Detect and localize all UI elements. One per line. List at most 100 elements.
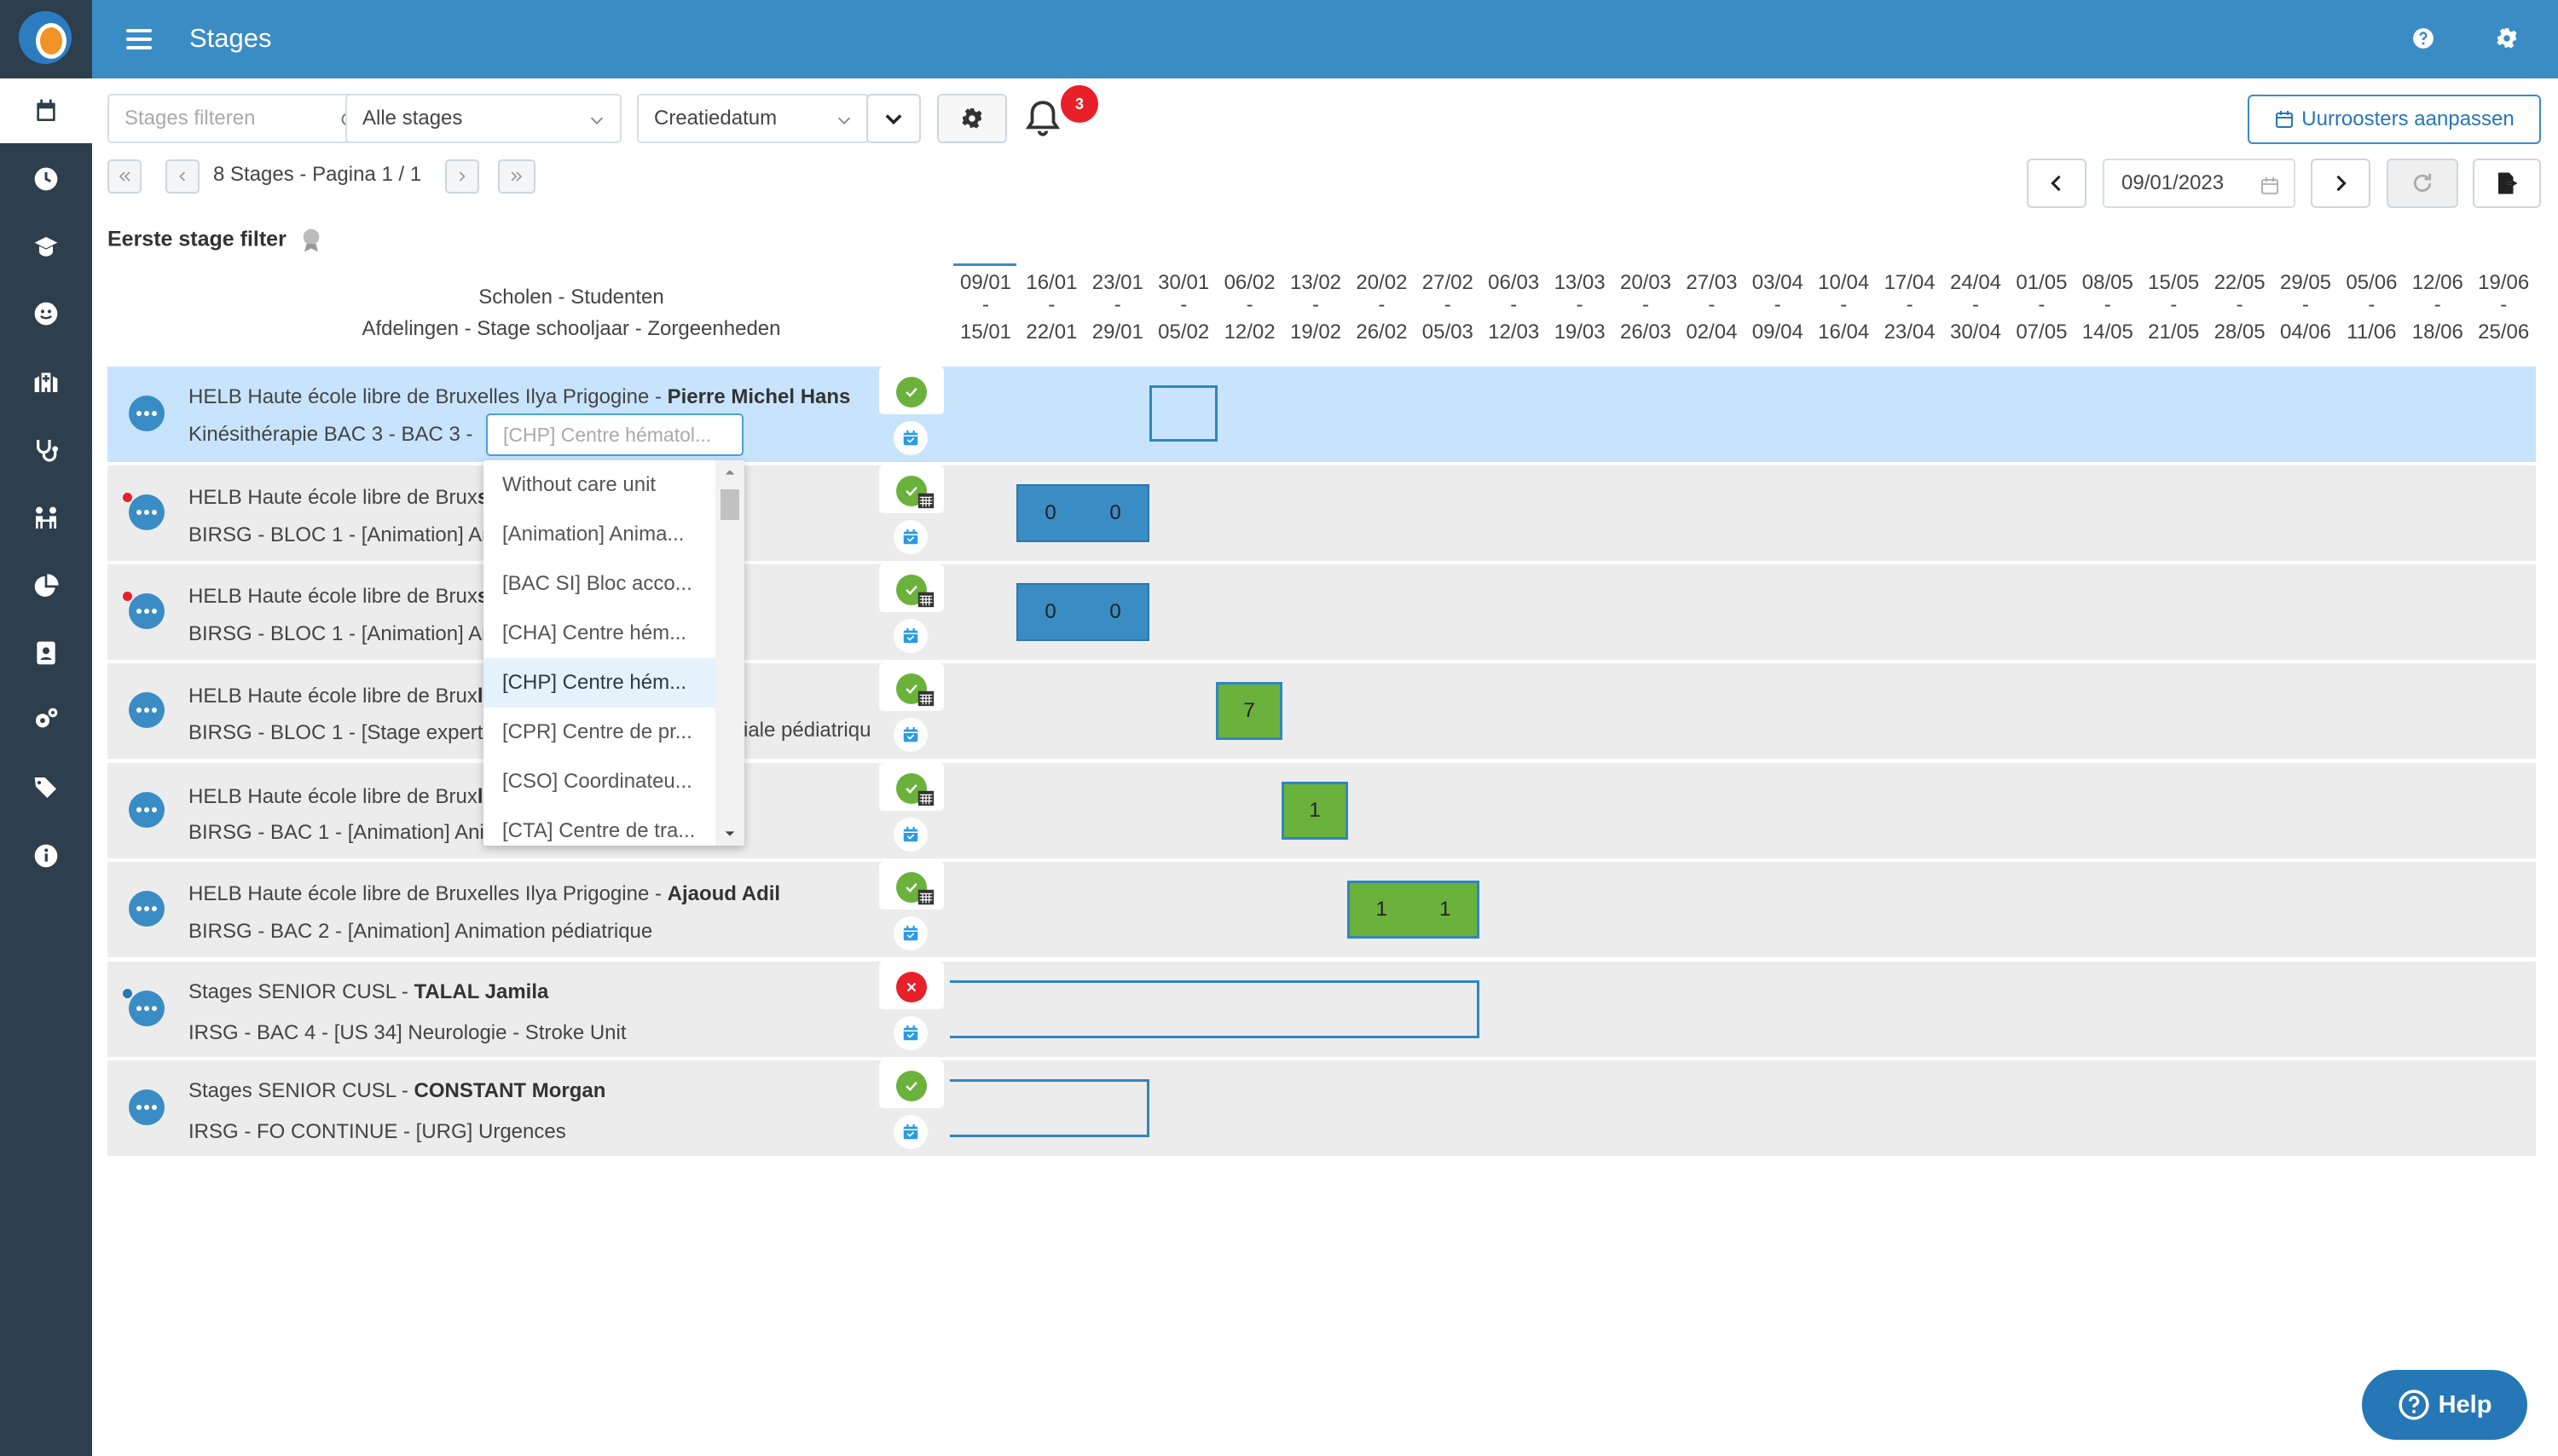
care-unit-input[interactable]: [CHP] Centre hématol... bbox=[486, 413, 744, 456]
status-badge[interactable] bbox=[879, 663, 944, 711]
week-column: 30/01- 05/02 bbox=[1150, 267, 1217, 349]
care-unit-option[interactable]: [CSO] Coordinateu... bbox=[483, 757, 715, 806]
schedule-block[interactable] bbox=[950, 980, 1479, 1038]
stethoscope-nav-icon[interactable] bbox=[0, 418, 92, 482]
schedule-block[interactable] bbox=[1149, 385, 1218, 442]
next-page-button[interactable] bbox=[445, 159, 479, 194]
week-separator: - bbox=[1180, 293, 1188, 316]
week-column: 24/04- 30/04 bbox=[1942, 267, 2009, 349]
sort-direction-button[interactable] bbox=[866, 94, 921, 143]
row-actions-button[interactable] bbox=[129, 991, 165, 1026]
previous-period-button[interactable] bbox=[2027, 159, 2086, 208]
row-actions-button[interactable] bbox=[129, 494, 165, 530]
row-actions-button[interactable] bbox=[129, 891, 165, 927]
view-settings-button[interactable] bbox=[937, 94, 1007, 143]
week-column: 05/06- 11/06 bbox=[2338, 267, 2405, 349]
schedule-block[interactable]: 00 bbox=[1016, 583, 1149, 641]
week-end-label: 19/03 bbox=[1554, 321, 1606, 344]
week-start-label: 23/01 bbox=[1091, 271, 1143, 294]
schedule-calendar-icon[interactable] bbox=[894, 520, 928, 554]
schedule-calendar-icon[interactable] bbox=[894, 818, 928, 852]
row-actions-button[interactable] bbox=[129, 692, 165, 728]
care-unit-option[interactable]: [CHA] Centre hém... bbox=[483, 609, 715, 658]
smiley-nav-icon[interactable] bbox=[0, 281, 92, 346]
schedule-calendar-icon[interactable] bbox=[894, 619, 928, 653]
week-end-label: 11/06 bbox=[2347, 321, 2397, 344]
status-badge[interactable] bbox=[879, 763, 944, 811]
tags-nav-icon[interactable] bbox=[0, 755, 92, 820]
status-badge[interactable] bbox=[879, 564, 944, 612]
help-button[interactable]: Help bbox=[2362, 1370, 2527, 1440]
stage-row[interactable]: HELB Haute école libre de Bruxst BIRSG - … bbox=[107, 564, 2536, 660]
row-detail: BIRSG - BLOC 1 - [Animation] An bbox=[188, 523, 494, 546]
stage-row[interactable]: Stages SENIOR CUSL - CONSTANT Morgan IRSG… bbox=[107, 1060, 2536, 1156]
stage-row[interactable]: HELB Haute école libre de Bruxelles Ilya… bbox=[107, 367, 2536, 462]
graduate-nav-icon[interactable] bbox=[0, 215, 92, 280]
row-actions-button[interactable] bbox=[129, 792, 165, 828]
week-start-label: 24/04 bbox=[1949, 271, 2002, 294]
adjust-schedules-button[interactable]: Uurroosters aanpassen bbox=[2248, 95, 2541, 144]
contact-book-nav-icon[interactable] bbox=[0, 621, 92, 685]
care-unit-option[interactable]: [Animation] Anima... bbox=[483, 510, 715, 559]
row-actions-button[interactable] bbox=[129, 1089, 165, 1125]
status-badge[interactable] bbox=[879, 962, 944, 1009]
schedule-block[interactable] bbox=[950, 1079, 1149, 1137]
settings-gear-icon[interactable] bbox=[2492, 24, 2521, 53]
school-name: HELB Haute école libre de Brux bbox=[188, 785, 477, 808]
week-end-label: 02/04 bbox=[1686, 321, 1738, 344]
week-start-label: 06/03 bbox=[1488, 271, 1540, 294]
schedule-calendar-icon[interactable] bbox=[894, 916, 928, 950]
school-name: HELB Haute école libre de Brux bbox=[188, 486, 477, 509]
school-name: Stages SENIOR CUSL - bbox=[188, 980, 414, 1003]
status-badge[interactable] bbox=[879, 1060, 944, 1108]
hamburger-menu-icon[interactable] bbox=[126, 24, 152, 55]
calendar-nav-icon[interactable] bbox=[0, 78, 92, 143]
care-unit-option[interactable]: Without care unit bbox=[483, 460, 715, 510]
last-page-button[interactable] bbox=[498, 159, 535, 194]
info-nav-icon[interactable] bbox=[0, 823, 92, 888]
stage-row[interactable]: HELB Haute école libre de Bruxl Adil BIRS… bbox=[107, 663, 2536, 759]
schedule-calendar-icon[interactable] bbox=[894, 421, 928, 455]
care-unit-option[interactable]: [BAC SI] Bloc acco... bbox=[483, 559, 715, 609]
stages-search-input[interactable]: Stages filteren bbox=[107, 94, 375, 143]
status-badge[interactable] bbox=[879, 862, 944, 910]
stage-filter-select[interactable]: Alle stages bbox=[345, 94, 622, 143]
gears-nav-icon[interactable] bbox=[0, 687, 92, 752]
app-logo[interactable] bbox=[19, 11, 72, 64]
schedule-block[interactable]: 11 bbox=[1347, 881, 1479, 939]
dropdown-scrollbar[interactable] bbox=[715, 460, 744, 846]
schedule-block[interactable]: 7 bbox=[1216, 682, 1282, 740]
schedule-calendar-icon[interactable] bbox=[894, 718, 928, 752]
help-circle-icon[interactable] bbox=[2409, 24, 2438, 53]
row-actions-button[interactable] bbox=[129, 593, 165, 629]
schedule-calendar-icon[interactable] bbox=[894, 1115, 928, 1149]
schedule-calendar-icon[interactable] bbox=[894, 1016, 928, 1050]
sort-select[interactable]: Creatiedatum bbox=[637, 94, 869, 143]
clock-nav-icon[interactable] bbox=[0, 147, 92, 211]
stage-row[interactable]: HELB Haute école libre de Bruxelles Ilya… bbox=[107, 862, 2536, 957]
schedule-block[interactable]: 00 bbox=[1016, 484, 1149, 542]
chevron-right-icon bbox=[2336, 175, 2347, 192]
hospital-nav-icon[interactable] bbox=[0, 350, 92, 414]
people-nav-icon[interactable] bbox=[0, 486, 92, 551]
scrollbar-thumb[interactable] bbox=[721, 489, 739, 520]
export-button[interactable] bbox=[2473, 159, 2541, 208]
refresh-button[interactable] bbox=[2387, 159, 2458, 208]
status-badge[interactable] bbox=[879, 465, 944, 513]
care-unit-option[interactable]: [CTA] Centre de tra... bbox=[483, 806, 715, 846]
care-unit-option[interactable]: [CHP] Centre hém... bbox=[483, 658, 715, 708]
status-badge[interactable] bbox=[879, 367, 944, 414]
next-period-button[interactable] bbox=[2311, 159, 2370, 208]
date-picker-input[interactable]: 09/01/2023 bbox=[2103, 159, 2295, 208]
scroll-up-icon[interactable] bbox=[723, 465, 737, 479]
pie-chart-nav-icon[interactable] bbox=[0, 554, 92, 619]
first-page-button[interactable] bbox=[107, 159, 142, 194]
care-unit-option[interactable]: [CPR] Centre de pr... bbox=[483, 708, 715, 757]
previous-page-button[interactable] bbox=[165, 159, 200, 194]
row-actions-button[interactable] bbox=[129, 396, 165, 431]
calendar-grid-icon bbox=[917, 790, 935, 806]
scroll-down-icon[interactable] bbox=[723, 827, 737, 841]
schedule-block[interactable]: 1 bbox=[1282, 782, 1348, 840]
award-icon[interactable] bbox=[298, 227, 325, 254]
stage-row[interactable]: HELB Haute école libre de Bruxst BIRSG - … bbox=[107, 465, 2536, 561]
